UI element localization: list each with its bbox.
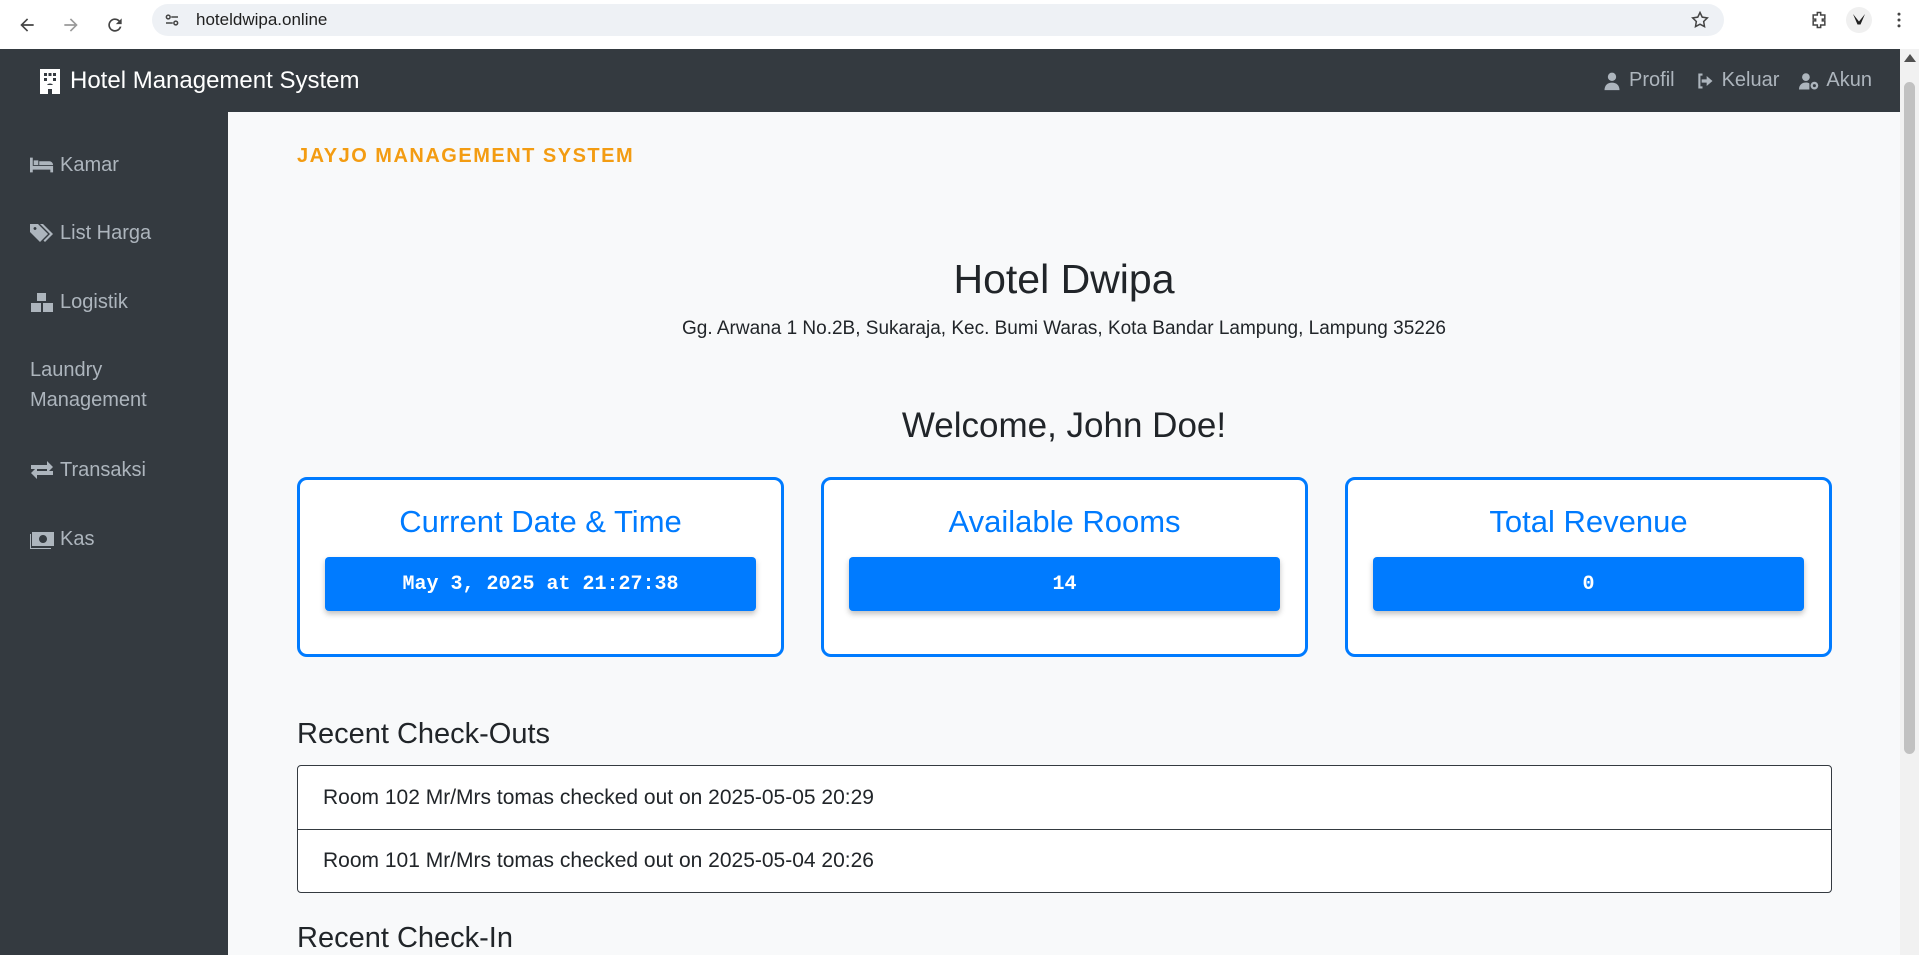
sign-out-icon: [1697, 73, 1713, 88]
welcome-message: Welcome, John Doe!: [901, 406, 1227, 445]
card-title: Total Revenue: [1489, 504, 1688, 539]
sidebar-item-logistik[interactable]: Logistik: [30, 287, 128, 317]
nav-keluar-link[interactable]: Keluar: [1695, 69, 1780, 92]
available-rooms-card: Available Rooms 14: [821, 477, 1308, 657]
url-text[interactable]: hoteldwipa.online: [196, 10, 327, 30]
datetime-value: May 3, 2025 at 21:27:38: [325, 557, 756, 611]
hotel-icon: [40, 68, 60, 94]
bookmark-star-icon[interactable]: [1690, 10, 1710, 30]
bed-icon: [30, 157, 54, 173]
recent-checkins-heading: Recent Check-In: [297, 922, 513, 954]
sidebar-item-list-harga[interactable]: List Harga: [30, 218, 151, 248]
address-bar[interactable]: hoteldwipa.online: [152, 4, 1724, 36]
datetime-card: Current Date & Time May 3, 2025 at 21:27…: [297, 477, 784, 657]
recent-checkouts-list: Room 102 Mr/Mrs tomas checked out on 202…: [297, 765, 1832, 893]
sidebar-item-label: Kamar: [60, 154, 119, 176]
nav-akun-label: Akun: [1826, 69, 1872, 91]
main-content: JAYJO MANAGEMENT SYSTEM Hotel Dwipa Gg. …: [228, 112, 1900, 955]
hotel-name: Hotel Dwipa: [953, 256, 1175, 302]
site-settings-icon[interactable]: [162, 10, 182, 30]
browser-menu-icon[interactable]: [1879, 0, 1919, 40]
browser-toolbar: hoteldwipa.online: [0, 0, 1919, 49]
sidebar: Kamar List Harga Logistik Laundry Manage…: [0, 112, 228, 955]
scroll-up-arrow-icon[interactable]: [1904, 54, 1916, 62]
sidebar-item-laundry-management[interactable]: Laundry Management: [30, 355, 190, 415]
card-title: Current Date & Time: [399, 504, 682, 539]
hotel-address: Gg. Arwana 1 No.2B, Sukaraja, Kec. Bumi …: [682, 318, 1446, 339]
total-revenue-value: 0: [1373, 557, 1804, 611]
user-cog-icon: [1799, 72, 1819, 89]
brand[interactable]: Hotel Management System: [38, 67, 359, 95]
user-icon: [1604, 72, 1620, 90]
list-item: Room 102 Mr/Mrs tomas checked out on 202…: [323, 785, 874, 809]
total-revenue-card: Total Revenue 0: [1345, 477, 1832, 657]
sidebar-item-label: Logistik: [60, 291, 128, 313]
nav-profil-label: Profil: [1629, 69, 1675, 91]
profile-avatar[interactable]: [1839, 0, 1879, 40]
nav-akun-link[interactable]: Akun: [1799, 69, 1872, 92]
sidebar-item-label: Transaksi: [60, 459, 146, 481]
reload-icon[interactable]: [100, 10, 130, 40]
extensions-icon[interactable]: [1799, 0, 1839, 40]
back-icon[interactable]: [12, 10, 42, 40]
sidebar-item-label: Laundry Management: [30, 359, 147, 411]
exchange-icon: [31, 461, 53, 479]
sidebar-item-kamar[interactable]: Kamar: [30, 150, 119, 180]
nav-profil-link[interactable]: Profil: [1602, 69, 1675, 92]
recent-checkouts-heading: Recent Check-Outs: [297, 718, 551, 750]
card-title: Available Rooms: [948, 504, 1181, 539]
forward-icon[interactable]: [56, 10, 86, 40]
scrollbar-thumb[interactable]: [1904, 82, 1915, 754]
brand-title: Hotel Management System: [70, 66, 360, 94]
tags-icon: [30, 224, 53, 242]
sidebar-item-transaksi[interactable]: Transaksi: [30, 455, 146, 485]
list-item: Room 101 Mr/Mrs tomas checked out on 202…: [298, 829, 1831, 892]
boxes-icon: [31, 293, 53, 312]
page-scrollbar[interactable]: [1900, 49, 1919, 955]
money-icon: [30, 532, 54, 549]
top-navbar: Hotel Management System Profil Keluar Ak…: [0, 49, 1900, 112]
nav-keluar-label: Keluar: [1721, 69, 1780, 91]
sidebar-item-label: Kas: [60, 528, 95, 550]
system-title: JAYJO MANAGEMENT SYSTEM: [297, 145, 635, 167]
sidebar-item-label: List Harga: [60, 222, 152, 244]
sidebar-item-kas[interactable]: Kas: [30, 524, 94, 554]
available-rooms-value: 14: [849, 557, 1280, 611]
